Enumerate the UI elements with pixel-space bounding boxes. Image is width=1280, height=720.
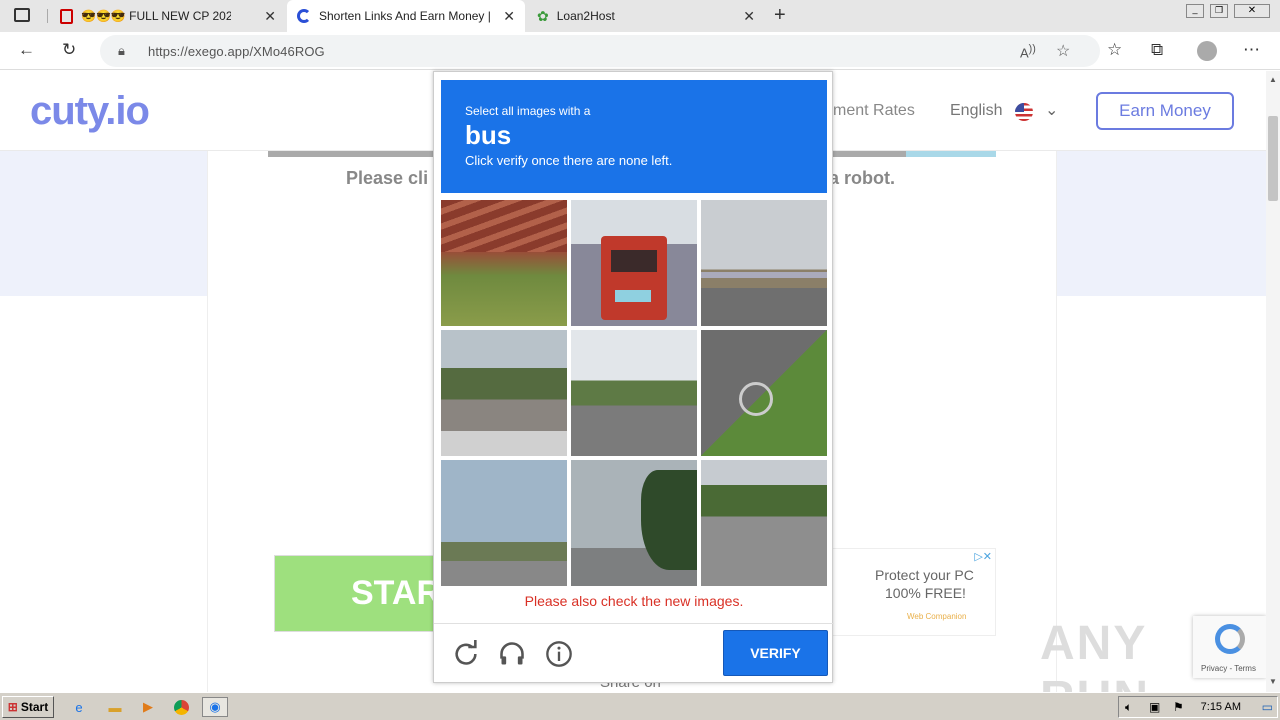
url-text: https://exego.app/XMo46ROG — [148, 44, 325, 59]
more-menu-icon[interactable]: ⋯ — [1243, 40, 1260, 60]
reload-icon[interactable] — [452, 640, 480, 668]
captcha-target: bus — [465, 120, 512, 150]
add-favorite-icon[interactable]: ☆ — [1056, 41, 1070, 61]
windows-logo-icon: ⊞ — [7, 700, 18, 714]
captcha-tile-overpass[interactable] — [701, 200, 827, 326]
profile-avatar[interactable] — [1197, 41, 1217, 61]
palm-icon: ✿ — [537, 7, 549, 24]
ad-banner[interactable]: ▷✕ Protect your PC 100% FREE! Web Compan… — [830, 548, 996, 636]
scroll-up-arrow-icon[interactable]: ▲ — [1269, 75, 1277, 84]
chevron-down-icon[interactable]: ⌄ — [1045, 100, 1058, 120]
captcha-tile-steps[interactable] — [441, 200, 567, 326]
earn-money-button[interactable]: Earn Money — [1096, 92, 1234, 130]
tab-loan2host[interactable]: ✿ Loan2Host ✕ — [527, 0, 765, 32]
scroll-down-arrow-icon[interactable]: ▼ — [1269, 677, 1277, 686]
ad-close-icon[interactable]: ▷✕ — [974, 550, 992, 563]
captcha-tile-bus[interactable] — [571, 200, 697, 326]
folder-icon[interactable]: ▬ — [104, 697, 126, 717]
cuty-logo-icon — [297, 9, 311, 23]
lock-icon: 🔒︎ — [118, 43, 125, 58]
ad-brand: Web Companion — [907, 612, 967, 621]
browser-toolbar: ← ↻ 🔒︎ https://exego.app/XMo46ROG A)) ☆ … — [0, 32, 1280, 70]
close-icon[interactable]: ✕ — [743, 8, 755, 25]
captcha-note: Please also check the new images. — [524, 593, 744, 609]
start-label: Start — [20, 700, 49, 714]
network-icon[interactable]: ▣ — [1149, 700, 1160, 714]
flag-icon[interactable]: ⚑ — [1173, 700, 1184, 714]
page-scrollbar[interactable]: ▲ ▼ — [1266, 71, 1280, 692]
language-selector[interactable]: English — [950, 102, 1002, 120]
verify-button[interactable]: VERIFY — [723, 630, 828, 676]
tab-cp-2024[interactable]: 😎😎😎 FULL NEW CP 2024 LIVES ✕ — [50, 0, 286, 32]
robot-text-left: Please cli — [346, 168, 429, 188]
captcha-tile-highway[interactable] — [701, 460, 827, 586]
favorites-icon[interactable]: ☆ — [1107, 40, 1122, 60]
scroll-thumb[interactable] — [1268, 116, 1278, 201]
progress-segment — [906, 151, 996, 157]
close-icon[interactable]: ✕ — [503, 8, 515, 25]
captcha-tile-palm-street[interactable] — [441, 460, 567, 586]
minimize-button[interactable]: _ — [1186, 4, 1204, 18]
tab-actions-icon[interactable] — [14, 8, 30, 22]
recaptcha-icon — [1215, 624, 1245, 654]
taskbar: ⊞ Start e ▬ ▶ ◉ 🔈︎ ▣ ⚑ 7:15 AM ▭ — [0, 692, 1280, 720]
back-arrow-icon[interactable]: ← — [18, 40, 35, 60]
captcha-header: Select all images with a bus Click verif… — [441, 80, 827, 193]
chrome-icon[interactable] — [170, 697, 192, 717]
tab-label: 😎😎😎 FULL NEW CP 2024 LIVES — [81, 9, 231, 23]
media-player-icon[interactable]: ▶ — [137, 697, 159, 717]
captcha-subinstruction: Click verify once there are none left. — [465, 153, 673, 168]
refresh-icon[interactable]: ↻ — [62, 40, 76, 60]
site-logo[interactable]: cuty.io — [30, 89, 150, 134]
captcha-dialog: Select all images with a bus Click verif… — [433, 71, 834, 683]
captcha-divider — [434, 623, 834, 624]
pdf-icon — [60, 8, 73, 24]
captcha-tile-palm-tree[interactable] — [571, 460, 697, 586]
read-aloud-icon[interactable]: A)) — [1020, 43, 1036, 60]
audio-headphones-icon[interactable] — [498, 640, 526, 668]
show-desktop-icon[interactable]: ▭ — [1262, 700, 1273, 714]
start-menu-button[interactable]: ⊞ Start — [2, 696, 54, 718]
start-button[interactable]: STAR — [274, 555, 454, 632]
restore-button[interactable]: ❐ — [1210, 4, 1228, 18]
tab-label: Shorten Links And Earn Money | C — [319, 9, 494, 23]
clock: 7:15 AM — [1200, 701, 1241, 713]
collections-icon[interactable]: ⧉ — [1151, 40, 1163, 60]
captcha-tile-town-street[interactable] — [441, 330, 567, 456]
url-path: XMo46ROG — [253, 44, 325, 59]
ie-icon[interactable]: e — [68, 697, 90, 717]
recaptcha-badge[interactable]: Privacy - Terms — [1193, 616, 1266, 678]
window-close-button[interactable]: ✕ — [1234, 4, 1270, 18]
nav-payment-rates[interactable]: ment Rates — [833, 102, 915, 120]
edge-icon[interactable]: ◉ — [202, 697, 228, 717]
captcha-tile-boulevard[interactable] — [571, 330, 697, 456]
ad-line-2: 100% FREE! — [885, 585, 966, 601]
ad-line-1: Protect your PC — [875, 567, 974, 583]
new-tab-button[interactable]: + — [774, 4, 786, 27]
tab-label: Loan2Host — [556, 9, 615, 23]
address-bar[interactable]: 🔒︎ https://exego.app/XMo46ROG A)) ☆ — [100, 35, 1100, 67]
volume-icon[interactable]: 🔈︎ — [1125, 700, 1132, 715]
close-icon[interactable]: ✕ — [264, 8, 276, 25]
privacy-terms-link[interactable]: Privacy - Terms — [1201, 664, 1256, 673]
browser-tab-strip: 😎😎😎 FULL NEW CP 2024 LIVES ✕ Shorten Lin… — [0, 0, 1280, 32]
url-host: https://exego.app/ — [148, 44, 254, 59]
system-tray: 🔈︎ ▣ ⚑ 7:15 AM ▭ — [1118, 696, 1278, 718]
tab-cuty[interactable]: Shorten Links And Earn Money | C ✕ — [287, 0, 525, 32]
captcha-tile-bicycle[interactable] — [701, 330, 827, 456]
us-flag-icon — [1015, 103, 1033, 121]
captcha-instruction: Select all images with a — [465, 104, 591, 118]
tab-separator — [47, 9, 48, 23]
info-icon[interactable] — [545, 640, 573, 668]
